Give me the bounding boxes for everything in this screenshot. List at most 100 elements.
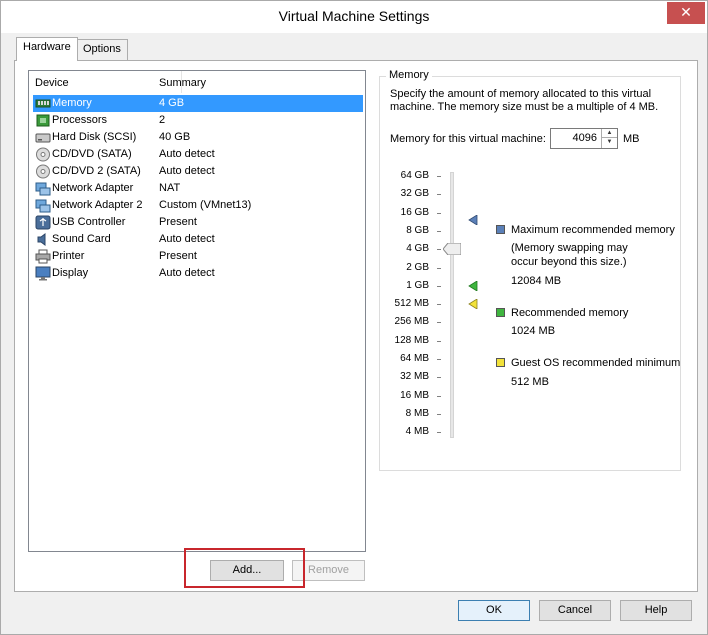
title-bar: Virtual Machine Settings ✕ <box>1 1 707 33</box>
device-row-processors[interactable]: Processors 2 <box>33 112 363 129</box>
close-button[interactable]: ✕ <box>667 2 705 24</box>
printer-icon <box>35 249 51 264</box>
memory-unit: MB <box>623 133 640 145</box>
device-name: Printer <box>52 250 85 262</box>
scale-label: 8 MB <box>405 407 429 419</box>
device-row-display[interactable]: Display Auto detect <box>33 265 363 282</box>
usb-icon <box>35 215 51 230</box>
spin-up-button[interactable]: ▲ <box>602 129 617 138</box>
recommended-label: Recommended memory <box>511 307 629 319</box>
device-summary: 40 GB <box>159 131 191 143</box>
device-summary: Auto detect <box>159 267 215 279</box>
scale-label: 64 MB <box>400 353 429 364</box>
column-header-summary[interactable]: Summary <box>159 77 206 89</box>
scale-tick <box>437 267 441 269</box>
scale-label: 64 GB <box>400 170 429 181</box>
scale-tick <box>437 395 441 397</box>
device-summary: Present <box>159 216 197 228</box>
close-icon: ✕ <box>680 4 692 20</box>
spin-down-button[interactable]: ▼ <box>602 138 617 147</box>
guest-minimum-swatch <box>496 358 505 367</box>
max-recommended-note: (Memory swapping may occur beyond this s… <box>511 242 628 268</box>
window-title: Virtual Machine Settings <box>278 8 430 24</box>
scale-tick <box>437 212 441 214</box>
scale-label: 128 MB <box>394 334 429 346</box>
tab-hardware[interactable]: Hardware <box>16 37 78 61</box>
scale-tick <box>437 359 441 360</box>
device-summary: 2 <box>159 114 166 126</box>
cd-dvd-icon <box>35 164 51 179</box>
device-name: Memory <box>52 97 92 109</box>
network-adapter-icon <box>35 198 51 213</box>
scale-label: 16 GB <box>400 206 429 218</box>
scale-tick <box>437 322 441 324</box>
scale-label: 32 GB <box>400 188 429 200</box>
memory-icon <box>35 96 51 111</box>
scale-label: 512 MB <box>394 298 429 310</box>
device-name: Processors <box>52 114 108 126</box>
help-button[interactable]: Help <box>620 600 692 621</box>
device-name: Display <box>52 267 89 279</box>
ok-button[interactable]: OK <box>458 600 530 621</box>
scale-tick <box>437 194 441 196</box>
hard-disk-icon <box>35 130 51 145</box>
list-header: Device Summary <box>29 71 365 95</box>
max-recommended-value: 12084 MB <box>511 275 562 287</box>
cancel-button[interactable]: Cancel <box>539 600 611 621</box>
scale-tick <box>437 413 441 415</box>
device-name: Network Adapter 2 <box>52 199 143 211</box>
scale-tick <box>437 432 441 434</box>
max-recommended-swatch <box>496 225 505 234</box>
max-recommended-marker-icon <box>468 215 478 225</box>
tab-options[interactable]: Options <box>76 39 128 60</box>
device-row-network-adapter-2[interactable]: Network Adapter 2 Custom (VMnet13) <box>33 197 363 214</box>
memory-group-label: Memory <box>386 69 432 81</box>
device-row-network-adapter[interactable]: Network Adapter NAT <box>33 180 363 197</box>
device-name: CD/DVD 2 (SATA) <box>52 165 141 177</box>
device-row-cd-dvd-2-sata[interactable]: CD/DVD 2 (SATA) Auto detect <box>33 163 363 180</box>
device-name: Sound Card <box>52 233 111 245</box>
scale-label: 32 MB <box>400 371 429 383</box>
device-row-usb-controller[interactable]: USB Controller Present <box>33 214 363 231</box>
memory-slider-thumb[interactable] <box>443 243 461 255</box>
memory-value[interactable]: 4096 <box>573 132 597 144</box>
device-name: CD/DVD (SATA) <box>52 148 132 160</box>
device-row-sound-card[interactable]: Sound Card Auto detect <box>33 231 363 248</box>
scale-label: 16 MB <box>400 389 429 401</box>
scale-tick <box>437 377 441 379</box>
cd-dvd-icon <box>35 147 51 162</box>
device-summary: Auto detect <box>159 233 215 245</box>
device-summary: Auto detect <box>159 148 215 160</box>
device-summary: 4 GB <box>159 97 185 109</box>
device-name: Hard Disk (SCSI) <box>52 131 137 143</box>
memory-field-label: Memory for this virtual machine: <box>390 133 546 145</box>
device-name: USB Controller <box>52 216 126 228</box>
scale-label: 1 GB <box>406 279 429 291</box>
guest-minimum-marker-icon <box>468 299 478 309</box>
scale-tick <box>437 176 441 177</box>
scale-label: 256 MB <box>394 316 429 328</box>
memory-slider-track[interactable] <box>450 172 454 438</box>
guest-minimum-label: Guest OS recommended minimum <box>511 357 681 369</box>
device-row-cd-dvd-sata[interactable]: CD/DVD (SATA) Auto detect <box>33 146 363 163</box>
processor-icon <box>35 113 51 128</box>
device-list[interactable]: Device Summary Memory 4 GB Processors 2 Hard… <box>28 70 366 552</box>
scale-label: 2 GB <box>406 261 429 273</box>
recommended-value: 1024 MB <box>511 325 556 337</box>
display-icon <box>35 266 51 281</box>
column-header-device[interactable]: Device <box>35 77 69 89</box>
scale-label: 4 GB <box>406 243 429 255</box>
guest-minimum-value: 512 MB <box>511 376 549 388</box>
device-summary: Custom (VMnet13) <box>159 199 252 211</box>
scale-tick <box>437 230 441 232</box>
device-summary: Present <box>159 250 197 262</box>
recommended-swatch <box>496 308 505 317</box>
device-row-memory[interactable]: Memory 4 GB <box>33 95 363 112</box>
scale-tick <box>437 285 441 287</box>
memory-spinbox[interactable]: 4096 ▲ ▼ <box>550 128 618 149</box>
scale-label: 8 GB <box>406 224 429 236</box>
device-summary: NAT <box>159 182 181 194</box>
device-row-hard-disk-scsi[interactable]: Hard Disk (SCSI) 40 GB <box>33 129 363 146</box>
network-adapter-icon <box>35 181 51 196</box>
device-row-printer[interactable]: Printer Present <box>33 248 363 265</box>
